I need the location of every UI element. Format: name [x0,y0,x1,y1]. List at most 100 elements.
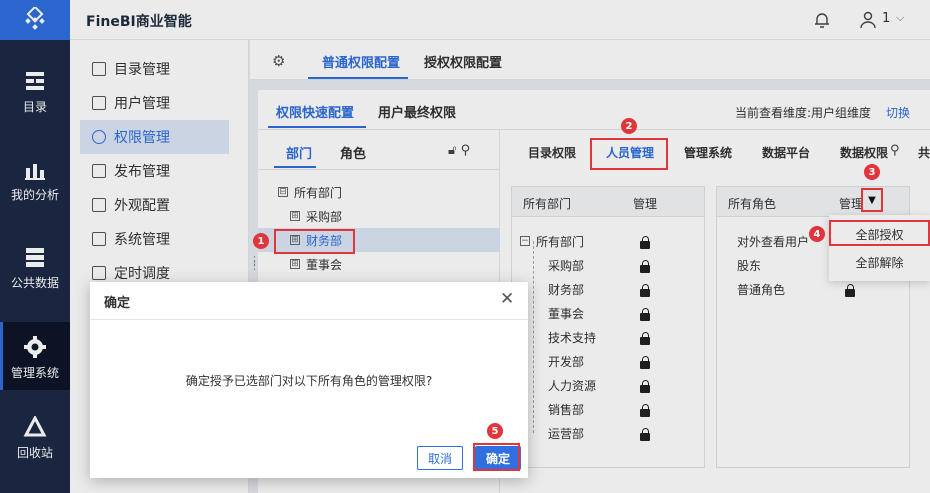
confirm-dialog: 确定 ✕ 确定授予已选部门对以下所有角色的管理权限? 取消 确定 [90,282,528,478]
tab-department[interactable]: 部门 [286,143,312,162]
row-label: 人力资源 [548,378,597,393]
nav-label: 管理系统 [10,366,59,380]
column-header: 管理 [839,197,864,211]
clock-icon [92,266,106,280]
lock-icon[interactable] [640,332,650,345]
row-label: 运营部 [548,426,585,441]
annotation-badge: 4 [809,226,825,242]
lock-icon[interactable] [640,404,650,417]
tree-label: 采购部 [306,209,343,224]
tab-more[interactable]: 共 [918,144,930,161]
submenu-label: 系统管理 [114,232,170,248]
close-icon[interactable]: ✕ [500,289,514,309]
tree-guide [533,241,534,433]
lock-icon[interactable] [640,236,650,249]
brush-icon [92,198,106,212]
submenu-label: 权限管理 [114,130,170,146]
submenu-item-publish[interactable]: 发布管理 [80,154,229,188]
gear-icon [24,336,46,358]
switch-link[interactable]: 切换 [886,104,910,121]
tree-node[interactable]: ⊟ 所有部门 [258,180,500,204]
collapse-icon[interactable]: ⊟ [278,187,288,197]
gear-icon [92,232,106,246]
manage-dropdown-menu: 全部授权 全部解除 [829,215,930,281]
nav-label: 公共数据 [10,276,59,290]
submenu-label: 外观配置 [114,198,170,214]
search-icon[interactable]: ⚲ [461,143,471,158]
submenu-item-catalog[interactable]: 目录管理 [80,52,229,86]
tab-underline [274,166,316,168]
tab-underline [268,126,366,128]
lock-icon[interactable] [640,284,650,297]
publish-icon [92,164,106,178]
expand-icon[interactable]: ⊞ [290,235,300,245]
annotation-badge: 2 [621,118,637,134]
table-row: 销售部 [548,397,584,421]
cancel-button[interactable]: 取消 [417,446,463,470]
row-label: 采购部 [548,258,585,273]
tab-data-platform[interactable]: 数据平台 [762,144,810,161]
table-header: 所有部门 管理 [512,187,704,217]
user-name[interactable]: 1 [882,11,890,26]
tab-data-permission[interactable]: 数据权限 [840,144,888,161]
tree-node[interactable]: ⊞ 董事会 [258,252,500,276]
nav-item-public-data[interactable]: 公共数据 [0,232,70,300]
nav-label: 回收站 [16,446,53,460]
tab-final-permission[interactable]: 用户最终权限 [378,102,456,121]
annotation-badge: 1 [253,233,269,249]
lock-icon[interactable] [640,356,650,369]
bell-icon[interactable] [814,11,830,29]
tab-grant-permission[interactable]: 授权权限配置 [424,52,502,71]
expand-icon[interactable]: ⊞ [290,211,300,221]
lock-icon[interactable] [640,260,650,273]
lock-icon[interactable]: 🔓︎ ⚲ [448,143,470,158]
collapse-icon[interactable]: − [520,236,530,246]
menu-item-grant-all[interactable]: 全部授权 [829,220,930,248]
submenu-label: 定时调度 [114,266,170,282]
table-row: 对外查看用户 [737,229,809,253]
tree-label: 董事会 [306,257,343,272]
user-icon[interactable] [860,11,876,29]
submenu-item-appearance[interactable]: 外观配置 [80,188,229,222]
nav-item-admin[interactable]: 管理系统 [0,322,70,390]
lock-icon[interactable] [640,428,650,441]
tab-underline [598,168,660,170]
tree-node-selected[interactable]: ⊞ 财务部 [258,228,500,252]
expand-icon[interactable]: ⊞ [290,259,300,269]
submenu-item-permissions[interactable]: 权限管理 [80,120,229,154]
row-label: 财务部 [548,282,585,297]
tab-role[interactable]: 角色 [340,143,366,162]
submenu-label: 发布管理 [114,164,170,180]
nav-item-my-analysis[interactable]: 我的分析 [0,144,70,212]
manage-dropdown-button[interactable]: ▼ [862,188,882,212]
tab-quick-config[interactable]: 权限快速配置 [276,102,354,121]
submenu-item-system[interactable]: 系统管理 [80,222,229,256]
tab-admin-system[interactable]: 管理系统 [684,144,732,161]
table-row: 技术支持 [548,325,596,349]
nav-item-catalog[interactable]: 目录 [0,56,70,124]
submenu-item-users[interactable]: 用户管理 [80,86,229,120]
dimension-label: 当前查看维度:用户组维度 [735,106,872,120]
tree-node[interactable]: ⊞ 采购部 [258,204,500,228]
search-icon[interactable]: ⚲ [890,143,900,158]
gear-icon[interactable]: ⚙ [272,52,285,70]
lock-icon[interactable] [640,380,650,393]
recycle-icon [23,416,47,437]
tab-normal-permission[interactable]: 普通权限配置 [322,52,400,71]
chevron-down-icon[interactable]: ⌵ [896,11,904,25]
submenu-label: 目录管理 [114,62,170,78]
table-row: − 所有部门 [520,229,584,253]
lock-icon[interactable] [845,284,855,297]
nav-item-recycle[interactable]: 回收站 [0,402,70,470]
logo-icon[interactable] [0,0,70,40]
user-icon [92,96,106,110]
lock-icon[interactable] [640,308,650,321]
menu-item-revoke-all[interactable]: 全部解除 [829,248,930,276]
confirm-button[interactable]: 确定 [475,446,521,470]
table-row: 运营部 [548,421,584,445]
shield-icon [92,130,106,144]
annotation-badge: 5 [487,423,503,439]
tab-personnel-management[interactable]: 人员管理 [606,144,654,161]
tab-catalog-permission[interactable]: 目录权限 [528,144,576,161]
chart-icon [25,164,45,180]
